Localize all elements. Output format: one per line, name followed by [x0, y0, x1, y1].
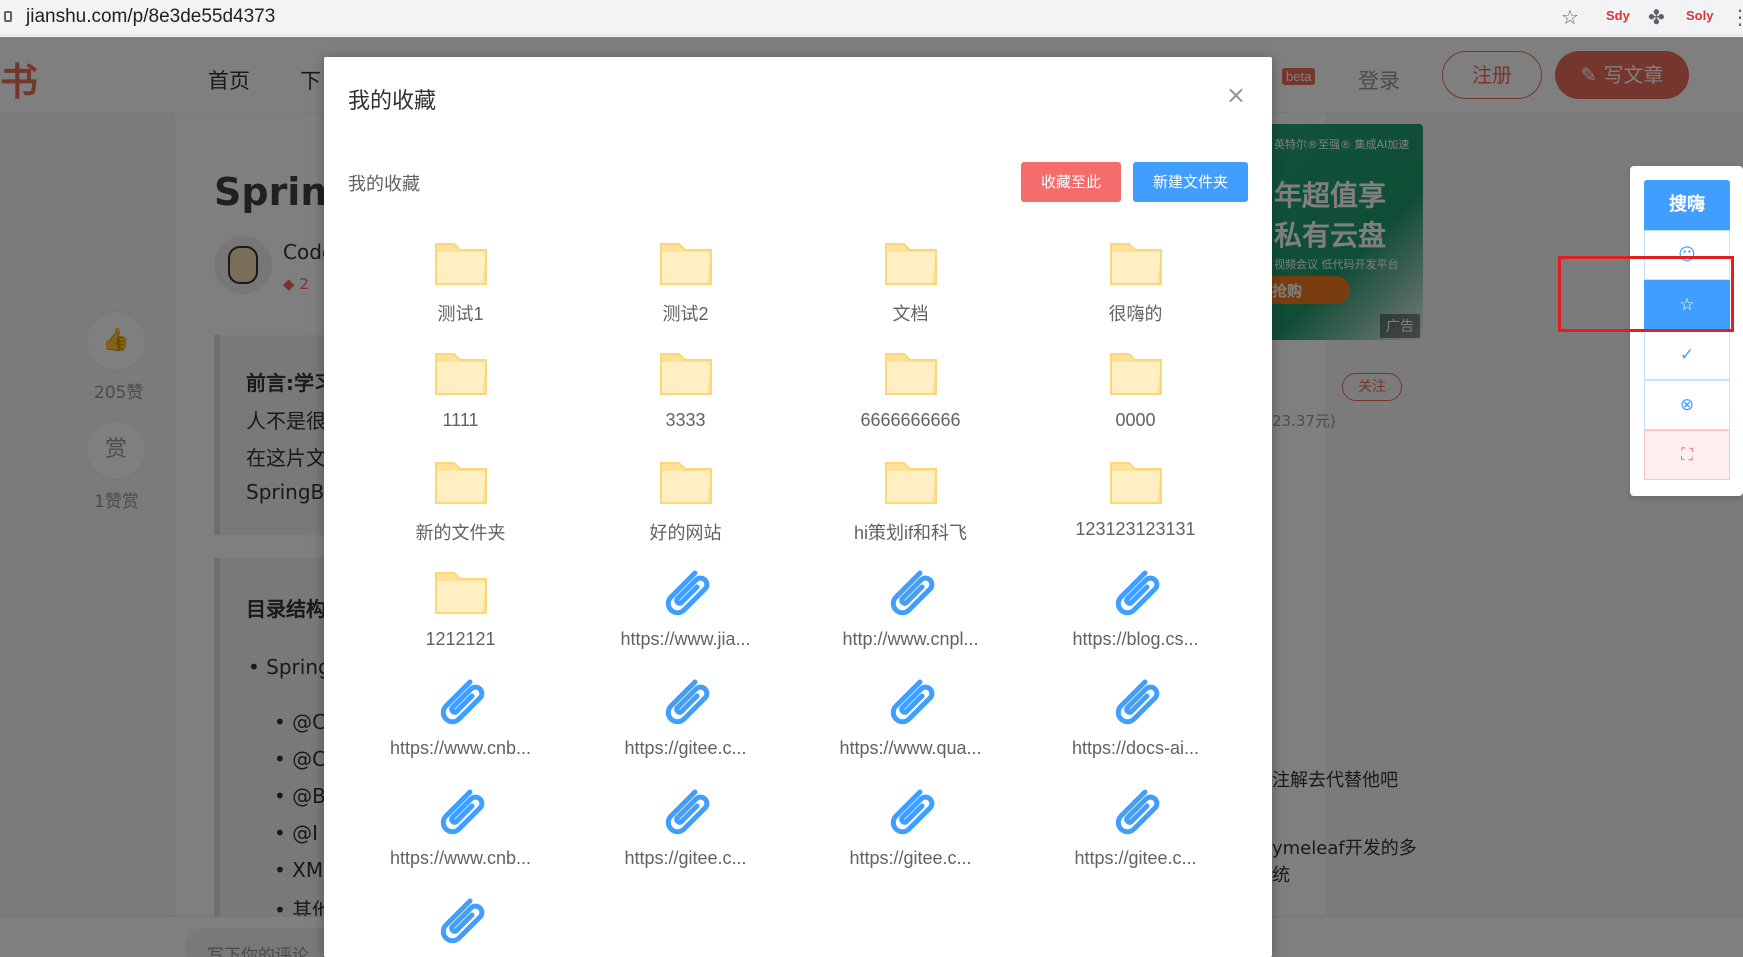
highlight-frame	[1558, 256, 1734, 332]
collect-here-button[interactable]: 收藏至此	[1021, 162, 1121, 202]
folder-icon	[348, 234, 573, 294]
folder-item[interactable]: 测试1	[348, 234, 573, 344]
new-folder-button[interactable]: 新建文件夹	[1133, 162, 1248, 202]
fullscreen-button[interactable]: ⛶	[1644, 430, 1730, 480]
folder-label: hi策划if和科飞	[853, 523, 967, 543]
extension-sdy-icon[interactable]: Sdy	[1606, 8, 1630, 23]
fullscreen-icon: ⛶	[1681, 445, 1693, 465]
paperclip-icon	[798, 563, 1023, 623]
folder-icon	[348, 563, 573, 623]
folder-label: 测试2	[662, 304, 709, 324]
bookmark-label: http://www.cnpl...	[842, 628, 979, 649]
bookmark-item[interactable]: https://gitee.c...	[573, 672, 798, 782]
bookmark-item[interactable]: http://www.cnpl...	[798, 563, 1023, 673]
folder-icon	[348, 344, 573, 404]
check-button[interactable]: ✓	[1644, 330, 1730, 380]
bookmark-label: https://blog.cs...	[1072, 628, 1199, 649]
check-circle-icon: ✓	[1679, 345, 1695, 365]
folder-item[interactable]: 6666666666	[798, 344, 1023, 454]
folder-item[interactable]: 很嗨的	[1023, 234, 1248, 344]
bookmark-item[interactable]: https://www.qua...	[798, 672, 1023, 782]
bookmark-label: https://gitee.c...	[849, 847, 972, 868]
folder-icon	[798, 344, 1023, 404]
bookmark-label: https://www.qua...	[839, 738, 982, 758]
close-circle-icon: ⊗	[1679, 395, 1695, 415]
folder-icon	[1023, 234, 1248, 294]
bookmark-label: https://gitee.c...	[624, 847, 747, 868]
souhai-brand-button[interactable]: 搜嗨	[1644, 180, 1730, 230]
folder-item[interactable]: 测试2	[573, 234, 798, 344]
browser-menu-icon[interactable]: ⋮	[1730, 5, 1743, 29]
folder-item[interactable]: 新的文件夹	[348, 453, 573, 563]
dialog-title: 我的收藏	[348, 89, 437, 114]
folder-label: 1111	[442, 409, 479, 430]
favorites-grid: 测试1 测试2 文档 很嗨的 1111 3333 6666666666 0000 新的文件夹 好的…	[348, 234, 1248, 957]
paperclip-icon	[798, 672, 1023, 732]
paperclip-icon	[573, 563, 798, 623]
paperclip-icon	[573, 672, 798, 732]
folder-label: 0000	[1115, 409, 1156, 430]
bookmark-label: https://gitee.c...	[1074, 847, 1197, 868]
close-icon[interactable]: ×	[1226, 81, 1246, 109]
folder-icon	[1023, 344, 1248, 404]
folder-icon	[573, 344, 798, 404]
bookmark-label: https://www.cnb...	[389, 738, 532, 758]
bookmark-item[interactable]: https://gitee.c...	[573, 782, 798, 892]
bookmark-item[interactable]: https://blog.cs...	[1023, 563, 1248, 673]
folder-icon	[1023, 453, 1248, 513]
folder-label: 很嗨的	[1108, 304, 1163, 324]
paperclip-icon	[348, 672, 573, 732]
paperclip-icon	[573, 782, 798, 842]
folder-label: 测试1	[437, 304, 484, 324]
bookmark-item[interactable]: https://www.cnb...	[348, 672, 573, 782]
folder-label: 新的文件夹	[415, 523, 506, 543]
paperclip-icon	[1023, 563, 1248, 623]
extension-soly-icon[interactable]: Soly	[1686, 8, 1713, 23]
bookmark-item[interactable]: https://www.jia...	[573, 563, 798, 673]
folder-item[interactable]: 123123123131	[1023, 453, 1248, 563]
folder-item[interactable]: hi策划if和科飞	[798, 453, 1023, 563]
folder-item[interactable]: 文档	[798, 234, 1023, 344]
bookmark-item[interactable]: https://docs-ai...	[1023, 672, 1248, 782]
close-circle-button[interactable]: ⊗	[1644, 380, 1730, 430]
folder-icon	[798, 234, 1023, 294]
paperclip-icon	[1023, 782, 1248, 842]
paperclip-icon	[348, 782, 573, 842]
folder-item[interactable]: 3333	[573, 344, 798, 454]
bookmark-item[interactable]: https://www.cnb...	[348, 782, 573, 892]
extensions-puzzle-icon[interactable]: ✤	[1648, 5, 1665, 29]
browser-address-bar: jianshu.com/p/8e3de55d4373 ☆ Sdy ✤ Soly …	[0, 0, 1743, 36]
bookmark-label: https://docs-ai...	[1071, 738, 1200, 758]
folder-label: 6666666666	[860, 409, 961, 430]
bookmark-item[interactable]: https://gitee.c...	[798, 782, 1023, 892]
folder-label: 3333	[665, 409, 706, 430]
folder-item[interactable]: 1212121	[348, 563, 573, 673]
folder-icon	[573, 234, 798, 294]
bookmark-label: https://www.jia...	[620, 628, 751, 649]
paperclip-icon	[1023, 672, 1248, 732]
breadcrumb[interactable]: 我的收藏	[348, 170, 420, 196]
bookmark-label: https://gitee.c...	[624, 738, 747, 758]
folder-label: 123123123131	[1075, 519, 1196, 539]
folder-icon	[348, 453, 573, 513]
paperclip-icon	[348, 891, 573, 951]
folder-icon	[798, 453, 1023, 513]
folder-item[interactable]: 好的网站	[573, 453, 798, 563]
folder-item[interactable]: 0000	[1023, 344, 1248, 454]
favorites-dialog: 我的收藏 × 我的收藏 收藏至此 新建文件夹 测试1 测试2 文档 很嗨的 1111 33…	[324, 57, 1272, 957]
folder-label: 好的网站	[649, 523, 722, 543]
bookmark-item[interactable]	[348, 891, 573, 957]
bookmark-item[interactable]: https://gitee.c...	[1023, 782, 1248, 892]
folder-item[interactable]: 1111	[348, 344, 573, 454]
bookmark-star-icon[interactable]: ☆	[1561, 5, 1579, 29]
folder-icon	[573, 453, 798, 513]
folder-label: 1212121	[425, 628, 496, 649]
lock-icon	[4, 11, 12, 22]
folder-label: 文档	[892, 304, 929, 324]
url-field[interactable]: jianshu.com/p/8e3de55d4373	[26, 6, 275, 28]
bookmark-label: https://www.cnb...	[389, 847, 532, 868]
paperclip-icon	[798, 782, 1023, 842]
